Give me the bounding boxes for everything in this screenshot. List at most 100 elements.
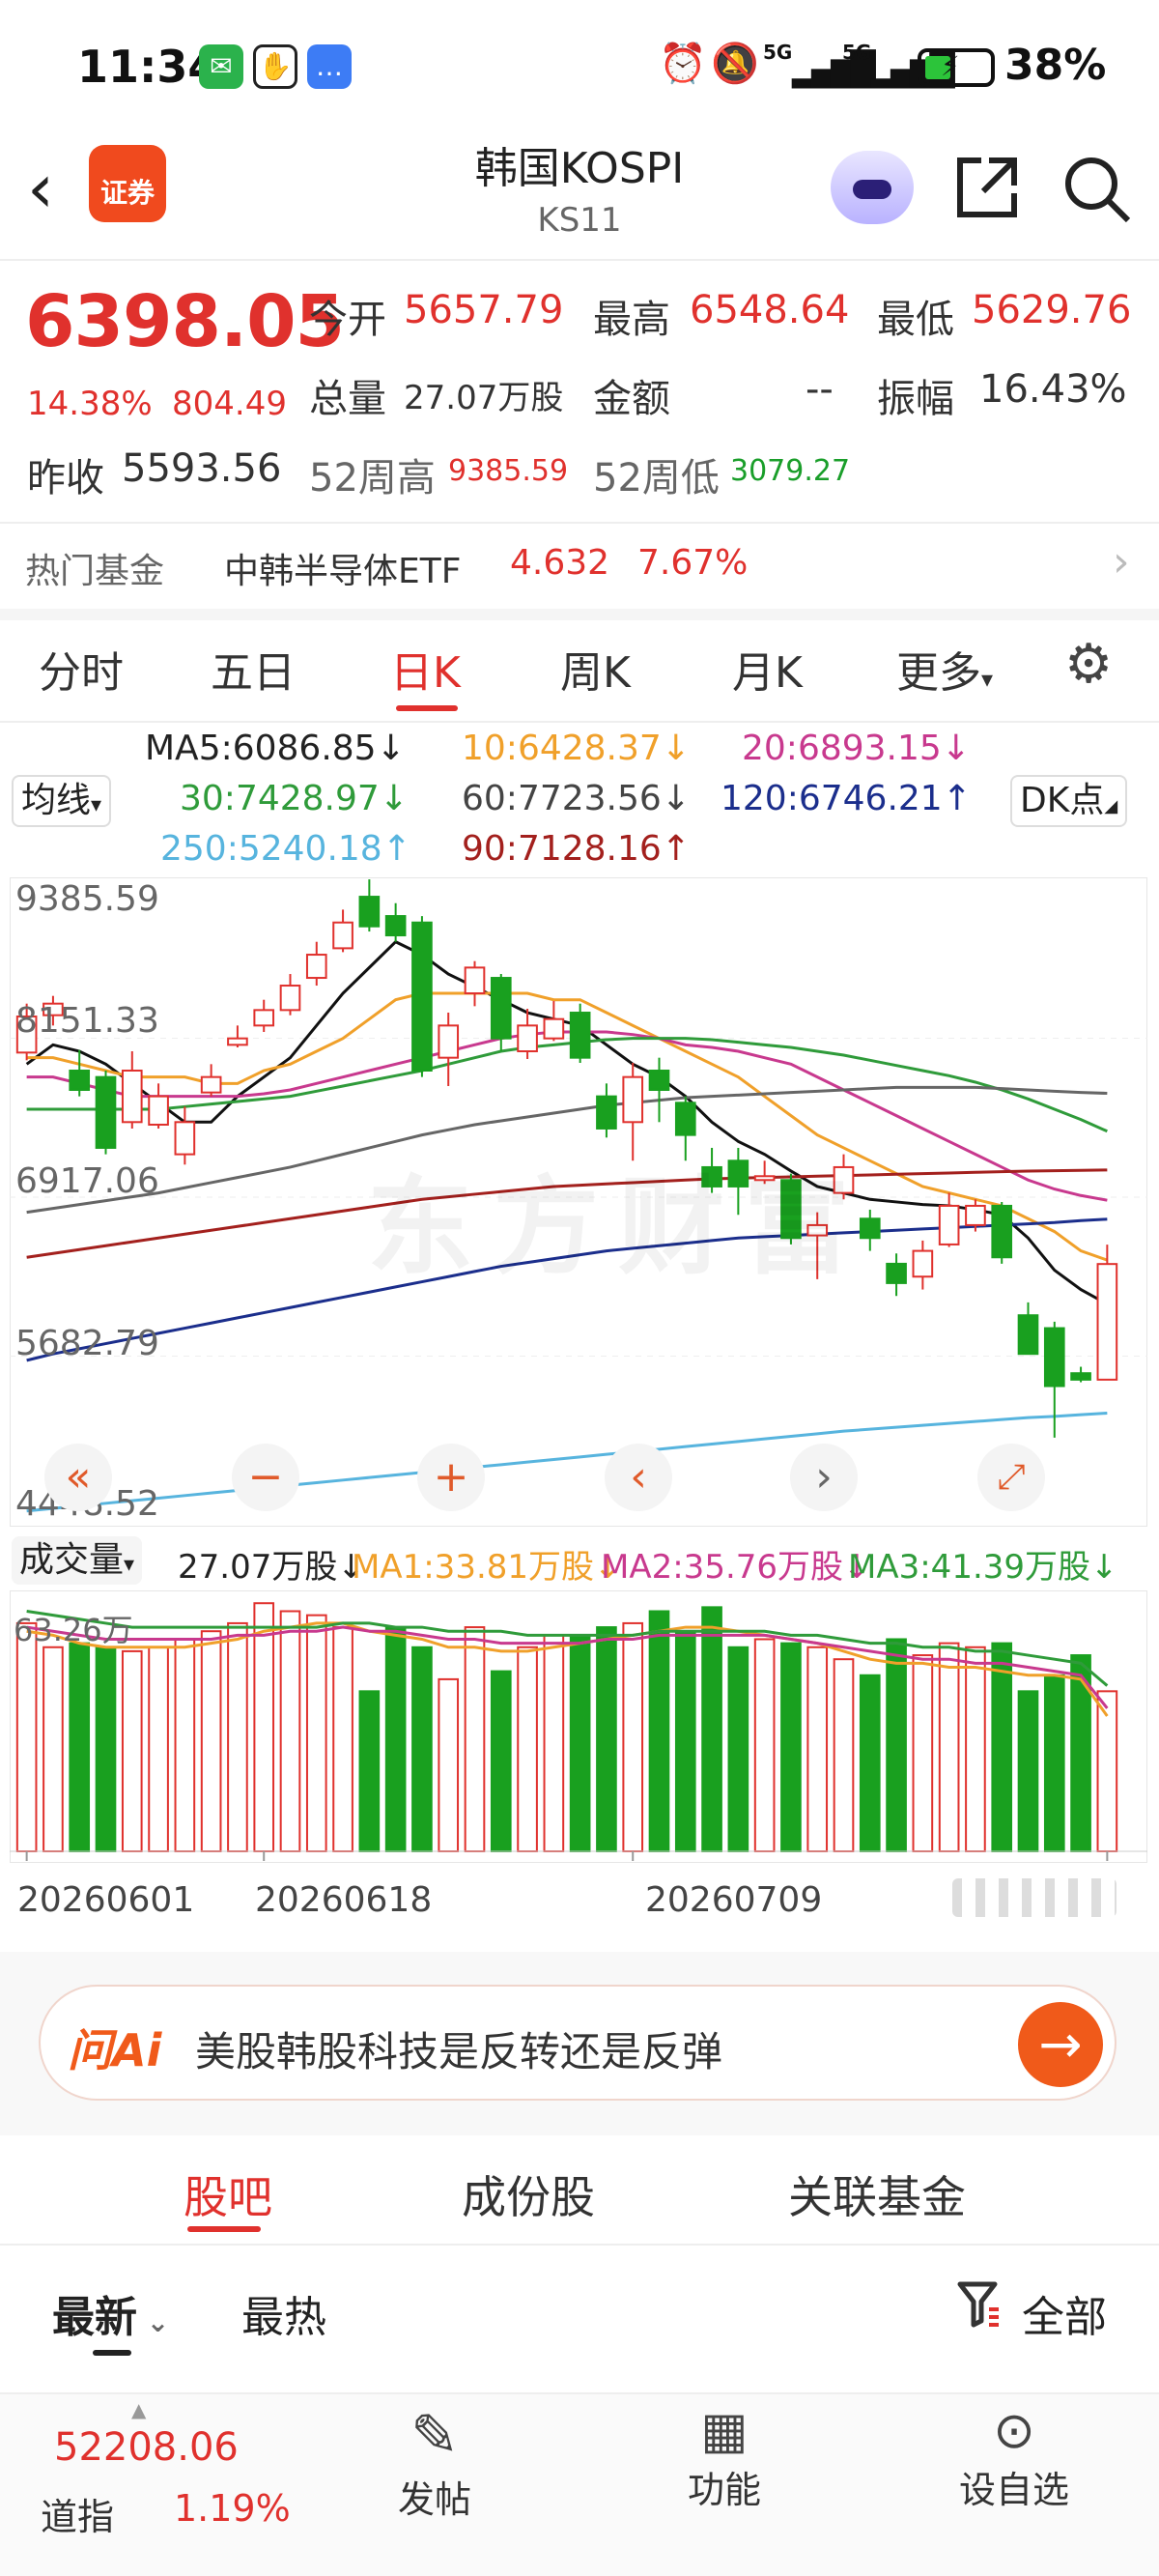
watchlist-label: 设自选 [958, 2469, 1069, 2511]
candle [384, 915, 407, 937]
fullscreen-icon[interactable]: ⤢ [977, 1444, 1045, 1511]
amount-value: -- [806, 367, 834, 412]
index-percent: 1.19% [174, 2487, 291, 2530]
hot-fund-row[interactable]: 热门基金 中韩半导体ETF 4.632 7.67% › [0, 526, 1159, 609]
volume-bar [95, 1646, 117, 1853]
caret-down-icon: ▾ [124, 1553, 135, 1577]
volume-bar [332, 1626, 353, 1853]
caret-down-icon: ▾ [981, 666, 994, 693]
caret-up-icon: ▲ [131, 2398, 147, 2421]
candle [912, 1249, 934, 1278]
ma90-value: 90:7128.16↑ [462, 829, 691, 869]
mute-bell-icon: 🔕 [711, 42, 759, 86]
index-value: 52208.06 [54, 2425, 239, 2470]
zoom-out-icon[interactable]: − [232, 1444, 299, 1511]
network-label-2: 5G [842, 41, 872, 64]
alarm-icon: ⏰ [659, 42, 707, 86]
settings-gear-icon[interactable]: ⚙ [1064, 638, 1113, 692]
volume-axis-max: 63.26万 [14, 1612, 133, 1648]
change-amount: 804.49 [172, 385, 287, 423]
add-watchlist-button[interactable]: ⊙ 设自选 [948, 2402, 1080, 2513]
volume-bar [121, 1649, 143, 1852]
search-icon[interactable] [1060, 153, 1134, 230]
candle [305, 954, 327, 980]
candle [490, 977, 512, 1040]
candle [1096, 1263, 1118, 1381]
candle [464, 966, 486, 995]
tab-intraday[interactable]: 分时 [39, 638, 124, 700]
ma10-value: 10:6428.37↓ [462, 729, 691, 768]
tab-constituents[interactable]: 成份股 [462, 2162, 595, 2226]
volume-bar [912, 1654, 934, 1852]
tab-forum[interactable]: 股吧 [184, 2162, 272, 2226]
status-time: 11:34 [77, 41, 219, 93]
range-scrubber[interactable] [952, 1878, 1117, 1917]
volume-ma2: MA2:35.76万股↓ [601, 1548, 871, 1587]
chevron-down-icon: ⌄ [137, 2306, 170, 2338]
hot-fund-label: 热门基金 [25, 552, 165, 591]
scroll-far-left-icon[interactable]: « [44, 1444, 112, 1511]
volume-ma1: MA1:33.81万股↓ [352, 1548, 622, 1587]
battery-percent: 38% [1004, 41, 1107, 90]
filter-icon[interactable] [956, 2278, 1003, 2333]
candle [886, 1262, 907, 1284]
tab-related-funds[interactable]: 关联基金 [788, 2162, 966, 2226]
status-bar: 11:34 ✉ ✋ … ⏰ 🔕 5G ▂▄▆█ 5G ▂▄▆█ ⚡ 38% [0, 0, 1159, 145]
volume-selector[interactable]: 成交量▾ [12, 1536, 143, 1585]
candle [938, 1204, 960, 1245]
open-value: 5657.79 [404, 288, 564, 332]
date-label-2: 20260618 [255, 1880, 433, 1920]
volume-bar [69, 1642, 91, 1852]
candle [648, 1069, 670, 1091]
network-label-1: 5G [763, 41, 793, 64]
volume-bar [622, 1621, 644, 1852]
candle [227, 1037, 248, 1046]
ai-assistant-icon[interactable] [831, 151, 914, 224]
quote-divider [0, 522, 1159, 524]
volume-bar [780, 1642, 802, 1852]
arrow-right-icon[interactable]: → [1018, 2002, 1103, 2087]
tabs-divider [0, 721, 1159, 723]
sort-hot[interactable]: 最热 [241, 2282, 326, 2344]
post-button[interactable]: ✎ 发帖 [377, 2402, 493, 2523]
function-button[interactable]: ▦ 功能 [666, 2402, 782, 2513]
index-name: 道指 [41, 2496, 115, 2538]
volume-chart[interactable] [10, 1590, 1147, 1863]
tab-weekly-k[interactable]: 周K [560, 638, 631, 700]
scroll-left-icon[interactable]: ‹ [605, 1444, 672, 1511]
index-ticker[interactable]: ▲ 52208.06 道指 1.19% [0, 2392, 291, 2574]
volume-bar [15, 1621, 38, 1852]
week52-high-label: 52周高 [309, 456, 436, 501]
volume-bar [464, 1626, 486, 1853]
volume-ma3: MA3:41.39万股↓ [848, 1548, 1118, 1587]
dk-point-button[interactable]: DK点◢ [1010, 775, 1128, 827]
volume-bar [305, 1614, 327, 1853]
sort-latest[interactable]: 最新 ⌄ [52, 2282, 169, 2344]
battery-icon: ⚡ [918, 48, 995, 87]
candle [121, 1069, 143, 1124]
tab-monthly-k[interactable]: 月K [732, 638, 803, 700]
ma120-value: 120:6746.21↑ [721, 779, 972, 818]
post-label: 发帖 [397, 2478, 471, 2521]
tab-five-day[interactable]: 五日 [211, 638, 296, 700]
y-axis-label-1: 9385.59 [15, 879, 159, 919]
ma-selector[interactable]: 均线▾ [12, 775, 112, 827]
candle [438, 1024, 460, 1059]
share-icon[interactable] [952, 153, 1022, 226]
volume-bar [753, 1638, 776, 1852]
filter-all[interactable]: 全部 [1022, 2282, 1107, 2344]
tab-daily-k[interactable]: 日K [390, 638, 461, 700]
amount-label: 金额 [593, 377, 670, 421]
volume-label: 总量 [309, 377, 386, 421]
volume-bar [727, 1646, 749, 1853]
volume-bar [886, 1638, 907, 1852]
volume-bar [42, 1646, 64, 1853]
volume-bar [517, 1646, 538, 1853]
scroll-right-icon[interactable]: › [790, 1444, 858, 1511]
zoom-in-icon[interactable]: + [417, 1444, 485, 1511]
hot-fund-name: 中韩半导体ETF [224, 552, 462, 591]
sort-indicator [93, 2350, 131, 2356]
volume-bar [1043, 1674, 1065, 1852]
tab-more[interactable]: 更多▾ [896, 638, 993, 700]
volume-bar [148, 1646, 169, 1853]
